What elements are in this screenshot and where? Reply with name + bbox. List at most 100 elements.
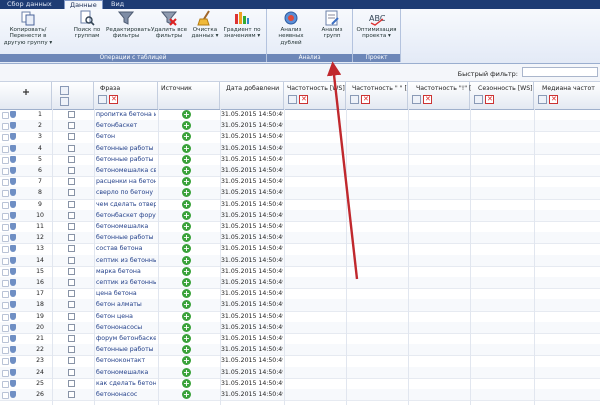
- median-filter-icon[interactable]: [538, 95, 547, 104]
- row-marker-icon[interactable]: [2, 291, 9, 299]
- row-marker-icon[interactable]: [2, 212, 9, 220]
- copy-move-button[interactable]: Копировать/Перенести в другую группу ▾: [0, 10, 56, 46]
- row-checkbox[interactable]: [68, 290, 75, 298]
- median-clear-icon[interactable]: [549, 95, 558, 104]
- header-freq-ws-title[interactable]: Частотность [WS]: [287, 85, 345, 92]
- expand-icon[interactable]: [22, 88, 30, 96]
- row-checkbox[interactable]: [68, 279, 75, 286]
- row-checkbox[interactable]: [68, 200, 75, 208]
- row-checkbox[interactable]: [68, 178, 75, 186]
- phrase-cell[interactable]: бетономешалка: [96, 221, 156, 232]
- row-marker-icon[interactable]: [2, 347, 9, 355]
- header-source-title[interactable]: Источник: [161, 85, 192, 92]
- table-row[interactable]: 26 бетононасос +31.05.2015 14:50:49: [0, 389, 600, 402]
- row-marker-icon[interactable]: [2, 179, 9, 187]
- phrase-cell[interactable]: сверло по бетону: [96, 187, 156, 198]
- row-checkbox[interactable]: [68, 368, 75, 376]
- phrase-cell[interactable]: бетон: [96, 131, 156, 142]
- row-marker-icon[interactable]: [2, 280, 9, 287]
- phrase-cell[interactable]: марка бетона: [96, 266, 156, 277]
- row-checkbox[interactable]: [68, 335, 75, 342]
- row-checkbox[interactable]: [68, 122, 75, 130]
- phrase-cell[interactable]: бетононасос: [96, 389, 156, 400]
- phrase-filter-icon[interactable]: [98, 95, 107, 104]
- row-checkbox[interactable]: [68, 223, 75, 230]
- row-checkbox[interactable]: [68, 312, 75, 320]
- phrase-cell[interactable]: бетонные работы: [96, 154, 156, 165]
- header-freq-quotes-title[interactable]: Частотность " " [: [352, 85, 407, 92]
- row-marker-icon[interactable]: [2, 201, 9, 209]
- row-checkbox[interactable]: [68, 111, 75, 118]
- phrase-clear-icon[interactable]: [109, 95, 118, 104]
- clean-data-button[interactable]: Очистка данных ▾: [190, 10, 220, 40]
- phrase-cell[interactable]: бетономешалка: [96, 367, 156, 378]
- phrase-cell[interactable]: бетонные работы ц: [96, 232, 156, 243]
- group-analysis-button[interactable]: Анализ групп: [315, 10, 349, 40]
- tab-data-collection[interactable]: Сбор данных: [2, 0, 57, 9]
- header-seasonality-title[interactable]: Сезонность [WS]: [478, 85, 533, 92]
- row-marker-icon[interactable]: [2, 257, 9, 265]
- select-all-checkbox[interactable]: [60, 86, 69, 95]
- phrase-cell[interactable]: бетономешалка сво: [96, 165, 156, 176]
- gradient-button[interactable]: Градиент по значениям ▾: [222, 10, 262, 40]
- phrase-cell[interactable]: септик из бетонных: [96, 255, 156, 266]
- row-marker-icon[interactable]: [2, 235, 9, 243]
- row-marker-icon[interactable]: [2, 190, 9, 198]
- quick-filter-input[interactable]: [522, 67, 598, 77]
- row-checkbox[interactable]: [68, 267, 75, 275]
- row-checkbox[interactable]: [68, 234, 75, 242]
- header-phrase-title[interactable]: Фраза: [100, 85, 120, 92]
- freq-ws-clear-icon[interactable]: [299, 95, 308, 104]
- phrase-cell[interactable]: расценки на бетонн: [96, 176, 156, 187]
- phrase-cell[interactable]: бетон цена: [96, 311, 156, 322]
- row-checkbox[interactable]: [68, 189, 75, 197]
- header-date-title[interactable]: Дата добавлени: [226, 85, 279, 92]
- row-checkbox[interactable]: [68, 391, 75, 398]
- phrase-cell[interactable]: бетононасосы: [96, 322, 156, 333]
- phrase-cell[interactable]: бетонные работы ц: [96, 344, 156, 355]
- remove-filters-button[interactable]: Удалить все фильтры: [150, 10, 188, 40]
- header-median-title[interactable]: Медиана частот: [542, 85, 595, 92]
- edit-filters-button[interactable]: Редактировать фильтры: [106, 10, 151, 40]
- freq-exact-clear-icon[interactable]: [423, 95, 432, 104]
- row-checkbox[interactable]: [68, 144, 75, 152]
- row-checkbox[interactable]: [68, 167, 75, 174]
- phrase-cell[interactable]: бетоноконтакт: [96, 355, 156, 366]
- implicit-duplicates-button[interactable]: Анализ неявных дублей: [269, 10, 313, 46]
- row-checkbox[interactable]: [68, 211, 75, 219]
- search-groups-button[interactable]: Поиск по группам: [70, 10, 104, 40]
- row-marker-icon[interactable]: [2, 156, 9, 164]
- row-marker-icon[interactable]: [2, 268, 9, 276]
- row-checkbox[interactable]: [68, 245, 75, 253]
- row-checkbox[interactable]: [68, 346, 75, 354]
- row-marker-icon[interactable]: [2, 313, 9, 321]
- row-checkbox[interactable]: [68, 301, 75, 309]
- phrase-cell[interactable]: состав бетона: [96, 243, 156, 254]
- phrase-cell[interactable]: цена бетона: [96, 288, 156, 299]
- phrase-cell[interactable]: пропитка бетона и у: [96, 109, 156, 120]
- phrase-cell[interactable]: бетонные работы р: [96, 143, 156, 154]
- optimize-project-button[interactable]: ABC Оптимизация проекта ▾: [354, 10, 399, 40]
- row-marker-icon[interactable]: [2, 302, 9, 310]
- seasonality-clear-icon[interactable]: [485, 95, 494, 104]
- phrase-cell[interactable]: септик из бетонных: [96, 277, 156, 288]
- freq-exact-filter-icon[interactable]: [412, 95, 421, 104]
- row-marker-icon[interactable]: [2, 324, 9, 332]
- row-marker-icon[interactable]: [2, 336, 9, 343]
- row-marker-icon[interactable]: [2, 134, 9, 142]
- phrase-cell[interactable]: бетон алматы: [96, 299, 156, 310]
- row-marker-icon[interactable]: [2, 168, 9, 175]
- phrase-cell[interactable]: бетонбаскет: [96, 120, 156, 131]
- row-checkbox[interactable]: [68, 256, 75, 264]
- row-checkbox[interactable]: [68, 357, 75, 365]
- row-checkbox[interactable]: [68, 323, 75, 331]
- row-marker-icon[interactable]: [2, 358, 9, 366]
- phrase-cell[interactable]: бетонбаскет форум: [96, 210, 156, 221]
- freq-quotes-clear-icon[interactable]: [361, 95, 370, 104]
- seasonality-filter-icon[interactable]: [474, 95, 483, 104]
- row-marker-icon[interactable]: [2, 112, 9, 119]
- freq-ws-filter-icon[interactable]: [288, 95, 297, 104]
- freq-quotes-filter-icon[interactable]: [350, 95, 359, 104]
- row-checkbox[interactable]: [68, 379, 75, 387]
- row-marker-icon[interactable]: [2, 380, 9, 388]
